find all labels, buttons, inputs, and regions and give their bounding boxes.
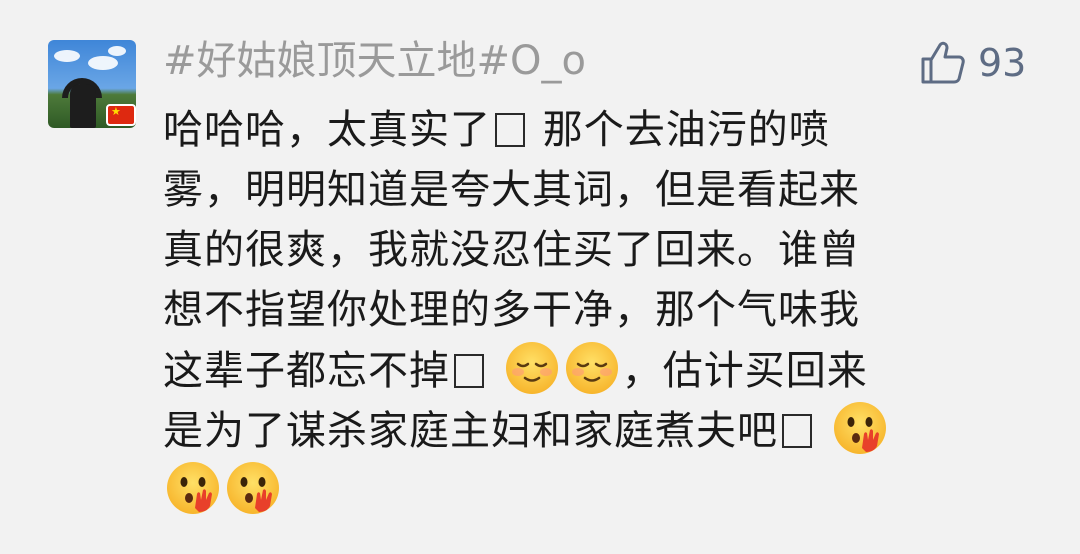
comment-body: 哈哈哈，太真实了 那个去油污的喷雾，明明知道是夸大其词，但是看起来 真的很爽，我就…: [163, 100, 993, 520]
comment-line: 想不指望你处理的多干净，那个气味我: [163, 280, 993, 340]
comment-line: [163, 460, 993, 520]
missing-glyph-box: [782, 414, 812, 448]
comment-line: 这辈子都忘不掉 ，估计买回来: [163, 340, 993, 400]
comment-text-segment: [488, 348, 502, 394]
comment-text-segment: 真的很爽，我就没忍住买了回来。谁曾: [163, 227, 860, 273]
comment-text-segment: 这辈子都忘不掉: [163, 348, 450, 394]
shocked-hand-over-mouth-emoji-icon: [227, 462, 279, 514]
shocked-hand-over-mouth-emoji-icon: [833, 402, 886, 454]
relieved-face-emoji-icon: [565, 342, 618, 394]
missing-glyph-box: [495, 113, 525, 147]
comment-line: 哈哈哈，太真实了 那个去油污的喷: [163, 100, 993, 160]
comment-text-segment: ，估计买回来: [621, 348, 868, 394]
comment-text-segment: 想不指望你处理的多干净，那个气味我: [163, 287, 860, 333]
comment-line: 真的很爽，我就没忍住买了回来。谁曾: [163, 220, 993, 280]
comment-text-segment: [816, 408, 830, 454]
comment-line: 是为了谋杀家庭主妇和家庭煮夫吧: [163, 400, 993, 460]
comment-text-segment: 那个去油污的喷: [529, 107, 830, 153]
comment-line: 雾，明明知道是夸大其词，但是看起来: [163, 160, 993, 220]
thumbs-up-icon: [921, 41, 965, 84]
comment-text-segment: 是为了谋杀家庭主妇和家庭煮夫吧: [163, 408, 778, 454]
comment-text-segment: 雾，明明知道是夸大其词，但是看起来: [163, 167, 860, 213]
relieved-face-emoji-icon: [505, 342, 558, 394]
china-flag-icon: ★: [106, 104, 136, 126]
shocked-hand-over-mouth-emoji-icon: [167, 462, 219, 514]
comment-text-segment: 哈哈哈，太真实了: [163, 107, 491, 153]
comment-username[interactable]: #好姑娘顶天立地#O_o: [163, 36, 586, 86]
like-button[interactable]: 93: [920, 38, 1026, 88]
comment-item: ★ #好姑娘顶天立地#O_o 93 哈哈哈，太真实了 那个去油污的喷雾，明明知道…: [0, 0, 1080, 554]
like-count: 93: [978, 41, 1027, 85]
missing-glyph-box: [454, 354, 484, 388]
